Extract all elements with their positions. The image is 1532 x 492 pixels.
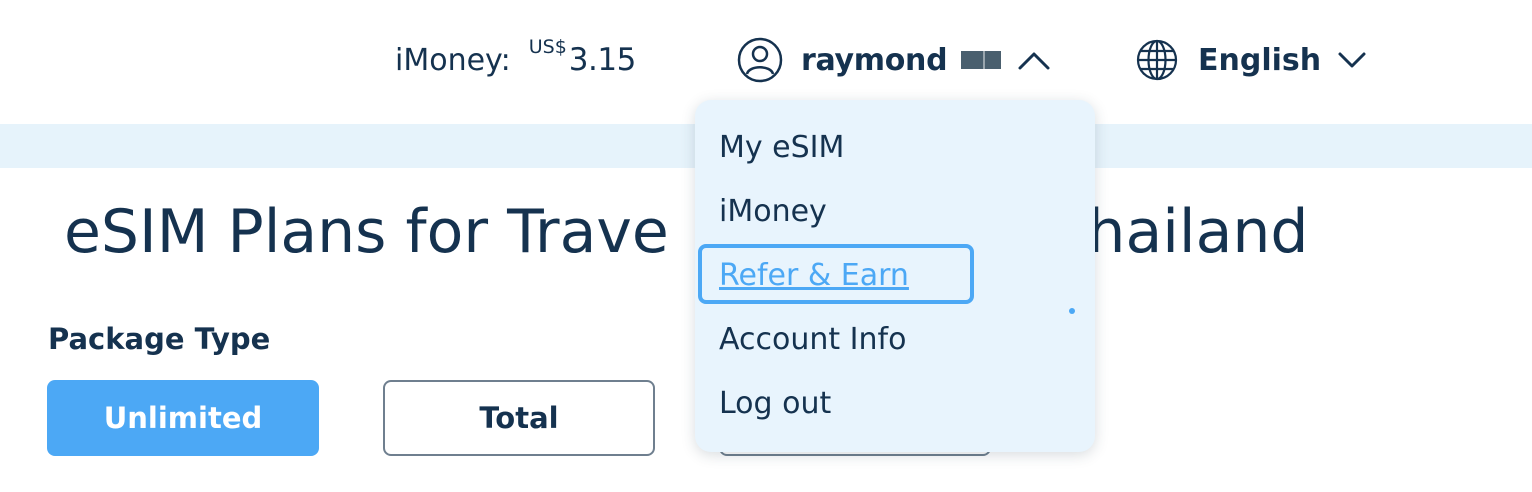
- chevron-down-icon: [1338, 52, 1366, 68]
- language-selector[interactable]: English: [1136, 38, 1367, 82]
- page: iMoney: US$ 3.15 raymond English eSIM Pl…: [0, 0, 1532, 492]
- user-circle-icon: [737, 37, 783, 83]
- imoney-currency: US$: [528, 36, 567, 58]
- imoney-label: iMoney:: [395, 43, 511, 78]
- user-name: raymond: [801, 42, 948, 78]
- package-unlimited-button[interactable]: Unlimited: [47, 380, 319, 456]
- scroll-indicator-dot: [1069, 308, 1075, 314]
- menu-item-log-out[interactable]: Log out: [719, 386, 831, 421]
- user-menu-toggle[interactable]: raymond: [737, 37, 1051, 83]
- redacted-name-part: [961, 51, 1002, 69]
- menu-item-imoney[interactable]: iMoney: [719, 194, 827, 229]
- imoney-amount: 3.15: [568, 42, 637, 78]
- chevron-up-icon: [1018, 52, 1050, 70]
- imoney-balance: iMoney: US$ 3.15: [395, 36, 636, 86]
- package-total-button[interactable]: Total: [383, 380, 655, 456]
- language-label: English: [1198, 42, 1322, 78]
- page-title: eSIM Plans for Trave Thailand: [64, 196, 1308, 268]
- menu-item-account-info[interactable]: Account Info: [719, 322, 906, 357]
- package-type-label: Package Type: [48, 322, 271, 356]
- page-title-start: eSIM Plans for Trave: [64, 197, 669, 267]
- menu-item-refer-earn[interactable]: Refer & Earn: [719, 258, 909, 293]
- menu-item-my-esim[interactable]: My eSIM: [719, 130, 844, 165]
- user-dropdown-menu: My eSIM iMoney Refer & Earn Account Info…: [695, 100, 1095, 452]
- globe-icon: [1136, 39, 1178, 81]
